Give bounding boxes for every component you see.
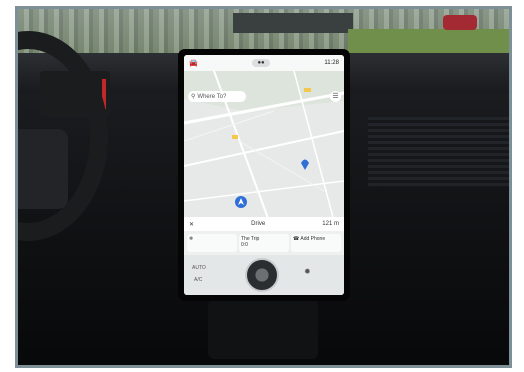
parked-red-car [443, 15, 477, 30]
clock: 11:28 [324, 60, 339, 66]
dashboard-trim [368, 117, 509, 187]
quick-cards: ❄ The Trip 0:0 ☎ Add Phone [187, 234, 341, 252]
volume-knob[interactable] [245, 258, 279, 292]
climate-controls: AUTO A/C ✹ [184, 255, 344, 295]
fan-icon[interactable]: ✹ [304, 267, 311, 276]
car-icon[interactable]: 🚘 [189, 59, 198, 67]
climate-auto[interactable]: AUTO [192, 265, 206, 271]
close-icon[interactable]: ✕ [189, 221, 194, 228]
climate-ac[interactable]: A/C [194, 277, 202, 283]
status-bar: 🚘 ●● 11:28 [184, 55, 344, 71]
route-bar[interactable]: ✕ Drive 121 m [184, 217, 344, 231]
lawn [348, 29, 509, 55]
photo-frame: 🚘 ●● 11:28 ⚲ Where To? ☰ ✕ Drive 121 m ❄… [15, 6, 512, 368]
range-readout: 121 m [322, 221, 339, 227]
navigation-map[interactable]: ⚲ Where To? ☰ [184, 71, 344, 221]
phone-card[interactable]: ☎ Add Phone [291, 234, 341, 252]
search-placeholder: Where To? [197, 93, 227, 100]
route-mode: Drive [251, 221, 266, 227]
background-building [233, 13, 353, 33]
trip-card[interactable]: The Trip 0:0 [239, 234, 289, 252]
phone-card-label: Add Phone [300, 236, 326, 242]
steering-wheel-hub [18, 129, 68, 209]
search-bar[interactable]: ⚲ Where To? [188, 91, 246, 102]
media-pill[interactable]: ●● [252, 59, 271, 67]
navigation-arrow-icon [234, 195, 248, 209]
infotainment-screen: 🚘 ●● 11:28 ⚲ Where To? ☰ ✕ Drive 121 m ❄… [184, 55, 344, 295]
climate-card[interactable]: ❄ [187, 234, 237, 252]
search-icon: ⚲ [191, 94, 196, 100]
phone-icon: ☎ [293, 236, 300, 242]
center-console [208, 299, 318, 359]
trip-card-detail: 0:0 [241, 242, 248, 248]
map-options-button[interactable]: ☰ [330, 91, 341, 102]
